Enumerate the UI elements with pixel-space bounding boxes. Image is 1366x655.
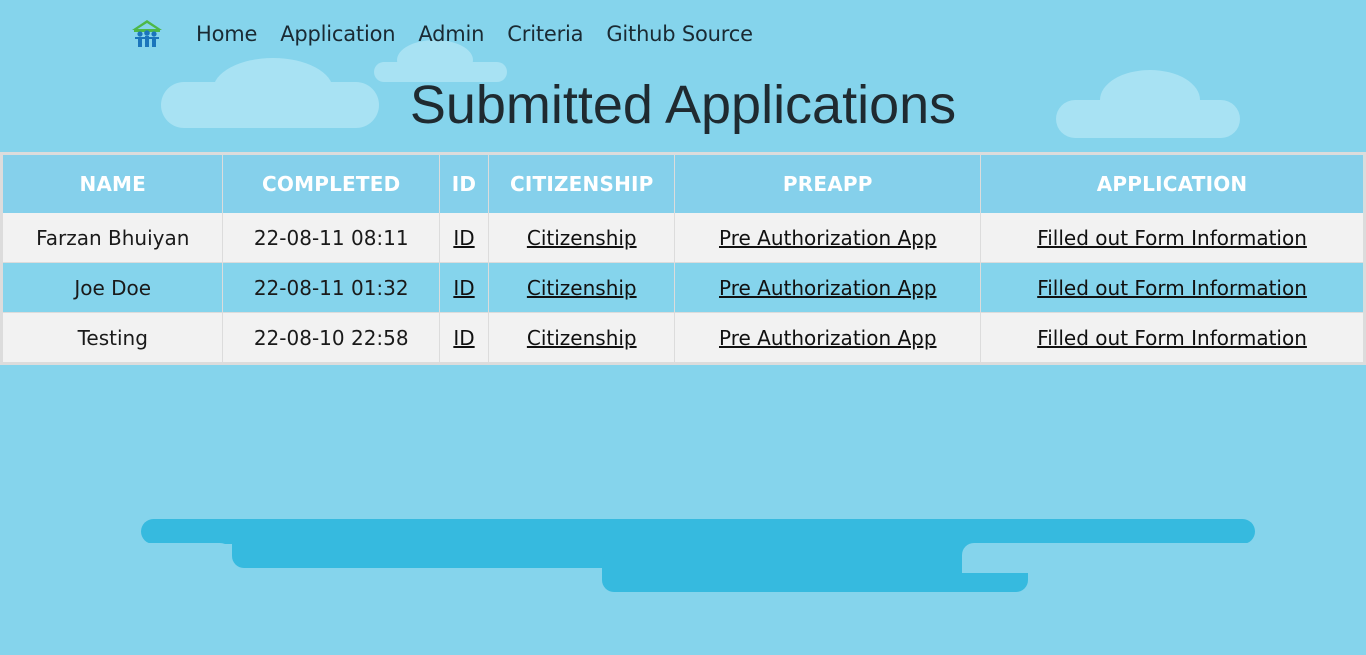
column-header-id: ID — [438, 153, 490, 213]
table-header-row: NAME COMPLETED ID CITIZENSHIP PREAPP APP… — [0, 153, 1365, 213]
table-row: Farzan Bhuiyan 22-08-11 08:11 ID Citizen… — [0, 213, 1365, 263]
cell-preapp: Pre Authorization App — [674, 213, 982, 263]
column-header-citizenship: CITIZENSHIP — [488, 153, 676, 213]
ground-cloud-mask — [232, 568, 602, 598]
application-link[interactable]: Filled out Form Information — [1037, 326, 1307, 350]
cell-id: ID — [438, 213, 490, 263]
application-link[interactable]: Filled out Form Information — [1037, 276, 1307, 300]
table-row: Joe Doe 22-08-11 01:32 ID Citizenship Pr… — [0, 262, 1365, 313]
citizenship-link[interactable]: Citizenship — [527, 226, 637, 250]
habitat-logo-icon[interactable] — [131, 19, 163, 49]
cell-completed: 22-08-11 01:32 — [222, 262, 440, 313]
cell-name: Farzan Bhuiyan — [0, 213, 224, 263]
cell-name: Joe Doe — [0, 262, 224, 313]
cell-preapp: Pre Authorization App — [674, 262, 982, 313]
nav-link-github-source[interactable]: Github Source — [606, 22, 753, 46]
column-header-name: NAME — [0, 153, 224, 213]
page-title: Submitted Applications — [409, 75, 957, 135]
citizenship-link[interactable]: Citizenship — [527, 326, 637, 350]
preapp-link[interactable]: Pre Authorization App — [719, 326, 937, 350]
id-link[interactable]: ID — [453, 226, 474, 250]
cell-completed: 22-08-10 22:58 — [222, 312, 440, 364]
applications-table: NAME COMPLETED ID CITIZENSHIP PREAPP APP… — [0, 152, 1366, 365]
citizenship-link[interactable]: Citizenship — [527, 276, 637, 300]
cell-application: Filled out Form Information — [980, 213, 1365, 263]
page: Home Application Admin Criteria Github S… — [0, 0, 1366, 655]
id-link[interactable]: ID — [453, 326, 474, 350]
ground-cloud-mask — [141, 543, 232, 573]
cell-id: ID — [438, 262, 490, 313]
cell-id: ID — [438, 312, 490, 364]
nav-link-application[interactable]: Application — [280, 22, 395, 46]
cell-citizenship: Citizenship — [488, 312, 676, 364]
top-nav: Home Application Admin Criteria Github S… — [131, 19, 776, 49]
ground-cloud-decoration — [141, 519, 1255, 544]
cell-preapp: Pre Authorization App — [674, 312, 982, 364]
id-link[interactable]: ID — [453, 276, 474, 300]
cell-application: Filled out Form Information — [980, 312, 1365, 364]
cell-completed: 22-08-11 08:11 — [222, 213, 440, 263]
applications-table-wrapper: NAME COMPLETED ID CITIZENSHIP PREAPP APP… — [0, 152, 1366, 365]
preapp-link[interactable]: Pre Authorization App — [719, 276, 937, 300]
column-header-completed: COMPLETED — [222, 153, 440, 213]
table-row: Testing 22-08-10 22:58 ID Citizenship Pr… — [0, 312, 1365, 364]
application-link[interactable]: Filled out Form Information — [1037, 226, 1307, 250]
cell-citizenship: Citizenship — [488, 262, 676, 313]
cell-name: Testing — [0, 312, 224, 364]
nav-link-criteria[interactable]: Criteria — [507, 22, 583, 46]
nav-link-admin[interactable]: Admin — [418, 22, 484, 46]
cell-citizenship: Citizenship — [488, 213, 676, 263]
preapp-link[interactable]: Pre Authorization App — [719, 226, 937, 250]
ground-cloud-mask — [962, 543, 1262, 573]
column-header-application: APPLICATION — [980, 153, 1365, 213]
nav-link-home[interactable]: Home — [196, 22, 257, 46]
column-header-preapp: PREAPP — [674, 153, 982, 213]
cell-application: Filled out Form Information — [980, 262, 1365, 313]
